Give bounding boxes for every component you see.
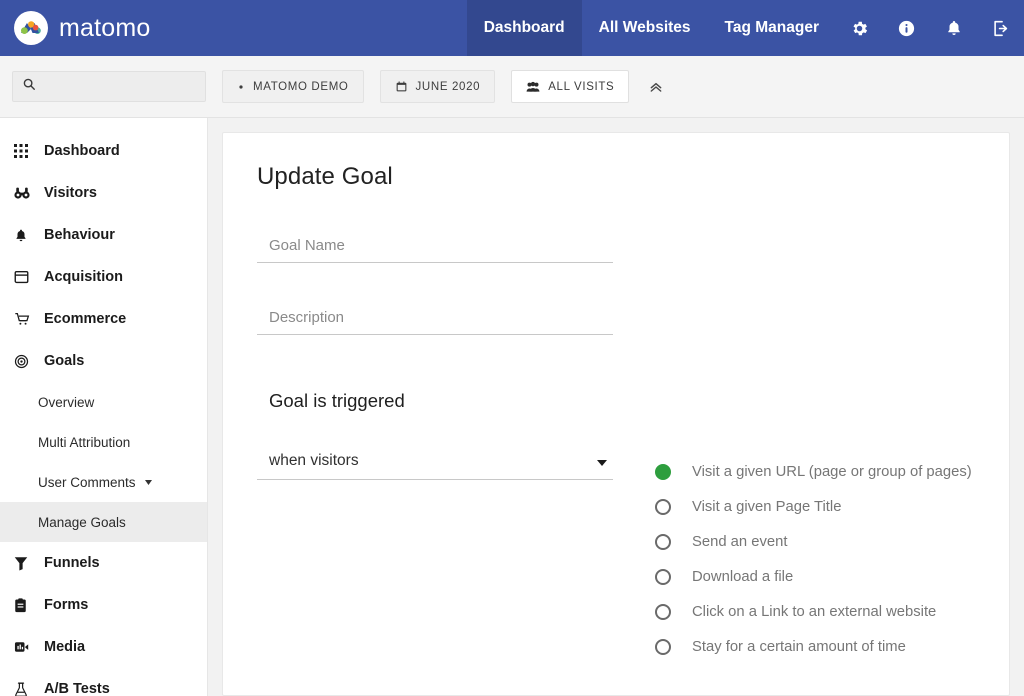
sidebar-label: Media (44, 639, 85, 655)
site-selector-label: MATOMO DEMO (253, 81, 349, 93)
search-icon (22, 77, 36, 96)
radio-label: Click on a Link to an external website (692, 604, 936, 620)
radio-label: Visit a given Page Title (692, 499, 841, 515)
site-selector[interactable]: MATOMO DEMO (222, 70, 364, 103)
radio-indicator (655, 534, 671, 550)
sidebar-label: Goals (44, 353, 84, 369)
goal-name-input[interactable] (257, 237, 613, 263)
sidebar-item-media[interactable]: Media (0, 626, 207, 668)
sidebar-subitem-multi-attribution[interactable]: Multi Attribution (0, 422, 207, 462)
top-header: matomo Dashboard All Websites Tag Manage… (0, 0, 1024, 56)
main-content: Update Goal Goal is triggered when visit… (208, 118, 1024, 696)
gear-icon[interactable] (836, 0, 883, 56)
radio-indicator (655, 464, 671, 480)
section-title-goal-is-triggered: Goal is triggered (257, 390, 975, 412)
nav-dashboard[interactable]: Dashboard (467, 0, 582, 56)
funnel-icon (14, 556, 40, 571)
radio-option-page-title[interactable]: Visit a given Page Title (655, 489, 972, 524)
caret-down-icon (145, 480, 152, 485)
sidebar-label: A/B Tests (44, 681, 110, 696)
page-title: Update Goal (257, 163, 975, 191)
trigger-type-value: when visitors (269, 452, 359, 470)
radio-indicator (655, 499, 671, 515)
sign-out-icon[interactable] (977, 0, 1024, 56)
sidebar-subitem-manage-goals[interactable]: Manage Goals (0, 502, 207, 542)
brand[interactable]: matomo (0, 11, 151, 45)
sidebar-item-behaviour[interactable]: Behaviour (0, 214, 207, 256)
sidebar-label: Visitors (44, 185, 97, 201)
segment-selector[interactable]: ALL VISITS (511, 70, 629, 103)
radio-label: Visit a given URL (page or group of page… (692, 464, 972, 480)
radio-option-send-event[interactable]: Send an event (655, 524, 972, 559)
double-chevron-up-icon[interactable] (643, 74, 669, 100)
target-icon (14, 354, 40, 369)
bell-icon (14, 228, 40, 243)
segment-selector-label: ALL VISITS (548, 81, 614, 93)
shopping-cart-icon (14, 312, 40, 326)
nav-tag-manager[interactable]: Tag Manager (708, 0, 836, 56)
radio-label: Stay for a certain amount of time (692, 639, 906, 655)
sidebar-item-ecommerce[interactable]: Ecommerce (0, 298, 207, 340)
sidebar-item-acquisition[interactable]: Acquisition (0, 256, 207, 298)
binoculars-icon (14, 186, 40, 200)
description-input[interactable] (257, 309, 613, 335)
radio-indicator (655, 604, 671, 620)
bell-icon[interactable] (930, 0, 977, 56)
date-selector-label: JUNE 2020 (416, 81, 481, 93)
info-icon[interactable] (883, 0, 930, 56)
sidebar-subitem-overview[interactable]: Overview (0, 382, 207, 422)
date-selector[interactable]: JUNE 2020 (380, 70, 496, 103)
goal-name-field (257, 237, 613, 263)
segment-users-icon (526, 81, 540, 93)
sidebar-label: Acquisition (44, 269, 123, 285)
sidebar-item-goals[interactable]: Goals (0, 340, 207, 382)
selector-toolbar: MATOMO DEMO JUNE 2020 ALL VISITS (0, 56, 1024, 118)
sidebar-label: Ecommerce (44, 311, 126, 327)
radio-label: Download a file (692, 569, 793, 585)
sidebar-item-ab-tests[interactable]: A/B Tests (0, 668, 207, 696)
sidebar-sublabel: Manage Goals (38, 515, 126, 530)
radio-option-stay-time[interactable]: Stay for a certain amount of time (655, 629, 972, 664)
matomo-logo-icon (14, 11, 48, 45)
sidebar-label: Dashboard (44, 143, 120, 159)
body: Dashboard Visitors Behavi (0, 118, 1024, 696)
sidebar-label: Funnels (44, 555, 100, 571)
sidebar-label: Forms (44, 597, 88, 613)
radio-option-download-file[interactable]: Download a file (655, 559, 972, 594)
sidebar: Dashboard Visitors Behavi (0, 118, 208, 696)
window-icon (14, 270, 40, 284)
caret-down-icon (597, 460, 607, 466)
video-icon (14, 640, 40, 654)
sidebar-sublabel: Multi Attribution (38, 435, 130, 450)
sidebar-subitem-user-comments[interactable]: User Comments (0, 462, 207, 502)
search-box[interactable] (12, 71, 206, 102)
nav-all-websites[interactable]: All Websites (582, 0, 708, 56)
trigger-options-column: Visit a given URL (page or group of page… (655, 452, 972, 664)
update-goal-card: Update Goal Goal is triggered when visit… (222, 132, 1010, 696)
triangle-marker-icon (237, 83, 245, 91)
grid-icon (14, 144, 40, 158)
top-navigation: Dashboard All Websites Tag Manager (467, 0, 1024, 56)
sidebar-item-funnels[interactable]: Funnels (0, 542, 207, 584)
brand-name: matomo (59, 14, 151, 43)
sidebar-sublabel: Overview (38, 395, 94, 410)
radio-label: Send an event (692, 534, 787, 550)
trigger-type-select[interactable]: when visitors (257, 452, 613, 480)
radio-indicator (655, 639, 671, 655)
description-field (257, 309, 613, 335)
sidebar-item-visitors[interactable]: Visitors (0, 172, 207, 214)
sidebar-label: Behaviour (44, 227, 115, 243)
sidebar-item-forms[interactable]: Forms (0, 584, 207, 626)
sidebar-sublabel: User Comments (38, 475, 136, 490)
search-input[interactable] (43, 80, 196, 94)
radio-option-external-link[interactable]: Click on a Link to an external website (655, 594, 972, 629)
calendar-icon (395, 80, 408, 93)
sidebar-item-dashboard[interactable]: Dashboard (0, 130, 207, 172)
trigger-select-column: when visitors (257, 452, 613, 664)
flask-icon (14, 682, 40, 696)
radio-indicator (655, 569, 671, 585)
radio-option-visit-url[interactable]: Visit a given URL (page or group of page… (655, 454, 972, 489)
clipboard-icon (14, 598, 40, 613)
trigger-config: when visitors Visit a given URL (page or… (257, 452, 975, 664)
